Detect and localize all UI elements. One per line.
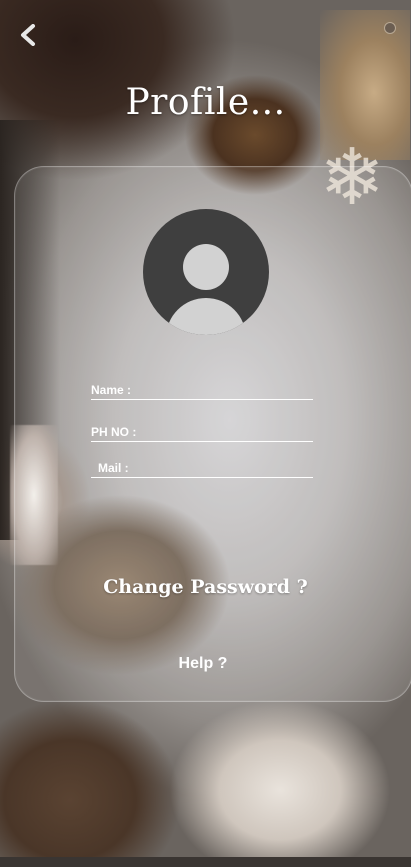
page-title: Profile...: [125, 82, 286, 123]
name-field[interactable]: Name :: [91, 379, 313, 400]
phone-field[interactable]: PH NO :: [91, 421, 313, 442]
mail-field[interactable]: Mail :: [91, 457, 313, 478]
name-label: Name :: [91, 383, 132, 397]
avatar[interactable]: [143, 209, 269, 335]
back-button[interactable]: [14, 20, 42, 50]
phone-label: PH NO :: [91, 425, 137, 439]
phone-input[interactable]: [141, 424, 313, 440]
mail-input[interactable]: [141, 460, 313, 476]
name-input[interactable]: [141, 382, 313, 398]
mail-label: Mail :: [98, 461, 129, 475]
avatar-head: [183, 244, 229, 290]
bottom-bar: [0, 857, 411, 867]
avatar-body: [166, 298, 246, 335]
chevron-left-icon: [21, 24, 35, 46]
change-password-link[interactable]: Change Password ?: [0, 576, 411, 598]
ornament-hook: [384, 22, 396, 34]
help-link[interactable]: Help ?: [0, 655, 406, 673]
